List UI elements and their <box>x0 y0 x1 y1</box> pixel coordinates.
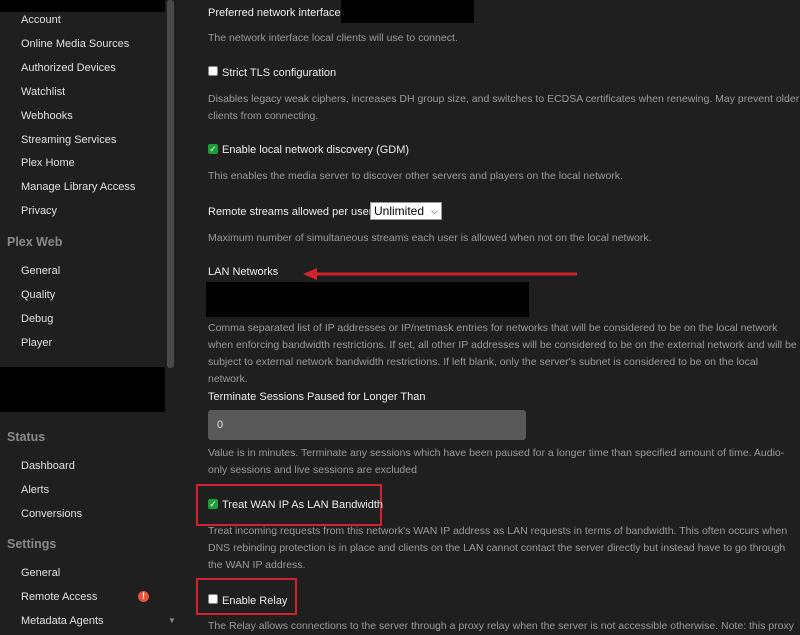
sidebar-item-metadata-agents[interactable]: Metadata Agents <box>21 615 104 627</box>
strict-tls-help: Disables legacy weak ciphers, increases … <box>208 93 800 122</box>
sidebar-header-settings: Settings <box>7 537 57 551</box>
terminate-sessions-input[interactable]: 0 <box>208 410 526 440</box>
strict-tls-checkbox[interactable] <box>208 66 218 76</box>
gdm-label[interactable]: Enable local network discovery (GDM) <box>222 144 409 156</box>
lan-networks-help: Comma separated list of IP addresses or … <box>208 322 797 385</box>
sidebar-header-plex-web: Plex Web <box>7 235 63 249</box>
preferred-interface-label: Preferred network interface <box>208 7 341 19</box>
chevron-down-icon[interactable]: ▼ <box>168 616 176 625</box>
remote-streams-label: Remote streams allowed per user <box>208 206 373 218</box>
wan-lan-help: Treat incoming requests from this networ… <box>208 525 788 571</box>
sidebar-item-dashboard[interactable]: Dashboard <box>21 460 75 472</box>
remote-streams-value: Unlimited <box>374 204 425 218</box>
remote-streams-help: Maximum number of simultaneous streams e… <box>208 232 652 244</box>
sidebar-item-conversions[interactable]: Conversions <box>21 508 82 520</box>
sidebar-item-alerts[interactable]: Alerts <box>21 484 49 496</box>
red-arrow-annotation <box>303 268 577 280</box>
chevron-down-icon: ⌵ <box>431 206 438 216</box>
redacted-area <box>0 367 165 412</box>
terminate-sessions-help: Value is in minutes. Terminate any sessi… <box>208 447 785 476</box>
sidebar-item-plex-home[interactable]: Plex Home <box>21 157 75 169</box>
redacted-area <box>0 0 165 12</box>
sidebar-header-status: Status <box>7 430 46 444</box>
relay-help: The Relay allows connections to the serv… <box>208 620 794 632</box>
sidebar-item-privacy[interactable]: Privacy <box>21 205 57 217</box>
sidebar-item-quality[interactable]: Quality <box>21 289 55 301</box>
preferred-interface-help: The network interface local clients will… <box>208 32 458 44</box>
sidebar-item-authorized-devices[interactable]: Authorized Devices <box>21 62 116 74</box>
terminate-sessions-label: Terminate Sessions Paused for Longer Tha… <box>208 391 426 403</box>
sidebar-item-debug[interactable]: Debug <box>21 313 53 325</box>
sidebar-scrollbar[interactable] <box>167 0 174 368</box>
lan-networks-label: LAN Networks <box>208 266 279 278</box>
sidebar-item-account[interactable]: Account <box>21 14 61 26</box>
strict-tls-label[interactable]: Strict TLS configuration <box>222 67 336 79</box>
sidebar: Account Online Media Sources Authorized … <box>0 0 176 633</box>
warning-icon: ! <box>138 591 149 602</box>
lan-networks-input[interactable] <box>206 282 529 317</box>
wan-lan-label[interactable]: Treat WAN IP As LAN Bandwidth <box>222 499 383 511</box>
sidebar-item-streaming-services[interactable]: Streaming Services <box>21 134 116 146</box>
sidebar-item-player[interactable]: Player <box>21 337 52 349</box>
sidebar-item-general-web[interactable]: General <box>21 265 60 277</box>
relay-checkbox[interactable] <box>208 594 218 604</box>
wan-lan-checkbox[interactable]: ✓ <box>208 499 218 509</box>
sidebar-item-general-settings[interactable]: General <box>21 567 60 579</box>
relay-label[interactable]: Enable Relay <box>222 595 287 607</box>
sidebar-item-manage-library-access[interactable]: Manage Library Access <box>21 181 135 193</box>
sidebar-item-online-media-sources[interactable]: Online Media Sources <box>21 38 129 50</box>
remote-streams-select[interactable]: Unlimited ⌵ <box>370 202 442 220</box>
gdm-checkbox[interactable]: ✓ <box>208 144 218 154</box>
preferred-interface-select[interactable] <box>341 0 474 23</box>
sidebar-item-remote-access[interactable]: Remote Access <box>21 591 97 603</box>
sidebar-item-webhooks[interactable]: Webhooks <box>21 110 73 122</box>
gdm-help: This enables the media server to discove… <box>208 170 623 182</box>
sidebar-item-watchlist[interactable]: Watchlist <box>21 86 65 98</box>
settings-panel: Preferred network interface The network … <box>176 0 800 633</box>
